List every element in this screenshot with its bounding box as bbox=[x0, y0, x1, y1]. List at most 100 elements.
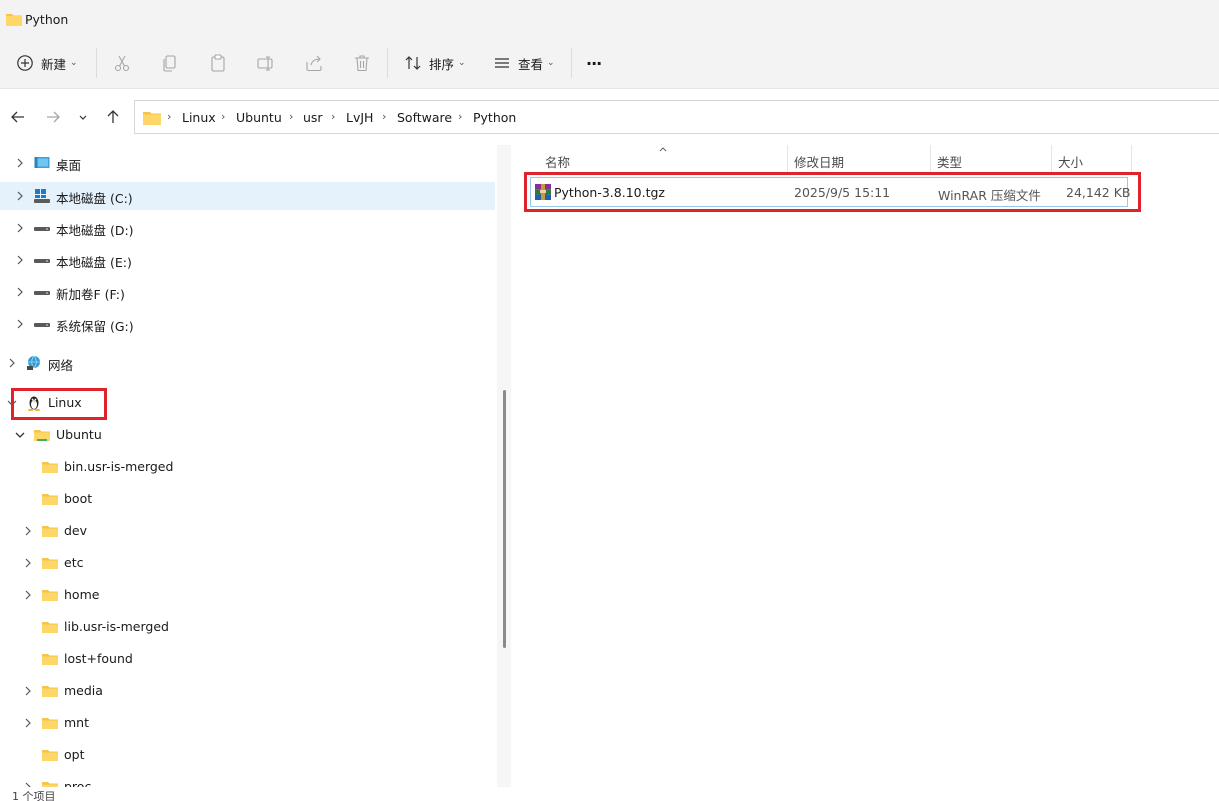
breadcrumb-software[interactable]: Software bbox=[397, 110, 452, 125]
nav-item-drive-f[interactable]: 新加卷F (F:) bbox=[0, 278, 495, 306]
column-modified-label: 修改日期 bbox=[794, 155, 845, 170]
breadcrumb-python[interactable]: Python bbox=[473, 110, 516, 125]
view-label: 查看 bbox=[518, 56, 544, 72]
window-title: Python bbox=[25, 12, 69, 27]
nav-item-drive-d[interactable]: 本地磁盘 (D:) bbox=[0, 214, 495, 242]
title-bar: Python bbox=[0, 0, 1219, 40]
nav-item-label: 本地磁盘 (E:) bbox=[56, 255, 132, 270]
chevron-right-icon[interactable] bbox=[22, 589, 34, 601]
sort-button[interactable]: 排序 ⌄ bbox=[404, 50, 466, 76]
nav-item-drive-c[interactable]: 本地磁盘 (C:) bbox=[0, 182, 495, 210]
chevron-right-icon[interactable] bbox=[14, 254, 26, 266]
nav-item-label: 本地磁盘 (C:) bbox=[56, 191, 133, 206]
view-list-icon bbox=[495, 58, 509, 68]
nav-item-label: dev bbox=[64, 523, 88, 538]
breadcrumb-separator-icon: › bbox=[382, 110, 387, 123]
nav-item-lib-usr-is-merged[interactable]: lib.usr-is-merged bbox=[0, 613, 495, 641]
view-button[interactable]: 查看 ⌄ bbox=[493, 50, 555, 76]
rename-icon[interactable] bbox=[256, 53, 276, 73]
column-header-size[interactable]: 大小 bbox=[1052, 145, 1132, 173]
chevron-right-icon[interactable] bbox=[22, 717, 34, 729]
nav-item-boot[interactable]: boot bbox=[0, 485, 495, 513]
drive-icon bbox=[34, 291, 50, 295]
column-header-type[interactable]: 类型 bbox=[931, 145, 1051, 173]
chevron-down-icon[interactable] bbox=[14, 429, 26, 441]
chevron-right-icon[interactable] bbox=[14, 157, 26, 169]
column-divider[interactable] bbox=[1131, 145, 1132, 173]
more-options-button[interactable]: ··· bbox=[586, 50, 602, 76]
chevron-down-icon: ⌄ bbox=[547, 58, 555, 68]
chevron-right-icon[interactable] bbox=[14, 190, 26, 202]
nav-item-mnt[interactable]: mnt bbox=[0, 709, 495, 737]
nav-item-desktop[interactable]: 桌面 bbox=[0, 149, 495, 177]
network-icon bbox=[27, 355, 40, 370]
breadcrumb-lvjh[interactable]: LvJH bbox=[346, 110, 373, 125]
nav-item-proc[interactable]: proc bbox=[0, 773, 495, 787]
toolbar-divider bbox=[387, 48, 388, 78]
nav-item-drive-e[interactable]: 本地磁盘 (E:) bbox=[0, 246, 495, 274]
breadcrumb-separator-icon: › bbox=[458, 110, 463, 123]
nav-item-media[interactable]: media bbox=[0, 677, 495, 705]
folder-icon bbox=[34, 430, 50, 441]
breadcrumb-usr[interactable]: usr bbox=[303, 110, 323, 125]
column-type-label: 类型 bbox=[937, 155, 963, 170]
nav-item-bin-usr-is-merged[interactable]: bin.usr-is-merged bbox=[0, 453, 495, 481]
drive-icon bbox=[34, 323, 50, 327]
chevron-right-icon[interactable] bbox=[22, 525, 34, 537]
cut-icon[interactable] bbox=[112, 53, 132, 73]
chevron-right-icon[interactable] bbox=[22, 557, 34, 569]
breadcrumb-separator-icon: › bbox=[221, 110, 226, 123]
annotation-box-linux bbox=[11, 388, 107, 420]
folder-icon bbox=[42, 718, 58, 729]
nav-item-label: lib.usr-is-merged bbox=[64, 619, 169, 634]
breadcrumb-linux[interactable]: Linux bbox=[182, 110, 216, 125]
share-icon[interactable] bbox=[304, 53, 324, 73]
back-arrow-icon[interactable] bbox=[9, 108, 27, 126]
chevron-right-icon[interactable] bbox=[14, 222, 26, 234]
folder-icon bbox=[42, 654, 58, 665]
nav-item-opt[interactable]: opt bbox=[0, 741, 495, 769]
delete-icon[interactable] bbox=[352, 53, 372, 73]
nav-item-label: mnt bbox=[64, 715, 89, 730]
nav-item-drive-g[interactable]: 系统保留 (G:) bbox=[0, 310, 495, 338]
folder-icon bbox=[42, 590, 58, 601]
recent-locations-chevron-icon[interactable] bbox=[76, 108, 90, 126]
folder-icon bbox=[42, 622, 58, 633]
folder-icon bbox=[42, 558, 58, 569]
nav-item-label: opt bbox=[64, 747, 85, 762]
toolbar-divider bbox=[96, 48, 97, 78]
copy-icon[interactable] bbox=[160, 53, 180, 73]
nav-item-lost-found[interactable]: lost+found bbox=[0, 645, 495, 673]
chevron-down-icon: ⌄ bbox=[70, 58, 78, 68]
nav-item-home[interactable]: home bbox=[0, 581, 495, 609]
column-header-modified[interactable]: 修改日期 bbox=[788, 145, 930, 173]
chevron-right-icon[interactable] bbox=[14, 286, 26, 298]
chevron-right-icon[interactable] bbox=[14, 318, 26, 330]
nav-item-etc[interactable]: etc bbox=[0, 549, 495, 577]
folder-icon bbox=[42, 750, 58, 761]
column-header-name[interactable]: 名称 bbox=[512, 145, 787, 173]
new-button[interactable]: 新建 ⌄ bbox=[16, 50, 78, 76]
chevron-right-icon[interactable] bbox=[6, 357, 18, 369]
navigation-pane: 桌面 本地磁盘 (C:) 本地磁盘 (D:) 本地磁盘 (E:) 新加卷F (F… bbox=[0, 145, 497, 787]
more-icon: ··· bbox=[586, 53, 602, 73]
nav-item-label: 系统保留 (G:) bbox=[56, 319, 134, 334]
nav-item-network[interactable]: 网络 bbox=[0, 349, 495, 377]
up-arrow-icon[interactable] bbox=[104, 108, 122, 126]
toolbar-divider bbox=[571, 48, 572, 78]
folder-icon bbox=[42, 462, 58, 473]
new-label: 新建 bbox=[41, 56, 67, 72]
nav-item-label: home bbox=[64, 587, 100, 602]
forward-arrow-icon[interactable] bbox=[44, 108, 62, 126]
nav-item-ubuntu[interactable]: Ubuntu bbox=[0, 421, 495, 449]
item-count: 1 个项目 bbox=[12, 790, 56, 801]
windows-drive-icon bbox=[34, 189, 50, 203]
chevron-right-icon[interactable] bbox=[22, 685, 34, 697]
nav-item-dev[interactable]: dev bbox=[0, 517, 495, 545]
paste-icon[interactable] bbox=[208, 53, 228, 73]
nav-pane-scrollbar-thumb[interactable] bbox=[503, 390, 506, 648]
address-bar[interactable]: › Linux › Ubuntu › usr › LvJH › Software… bbox=[134, 100, 1219, 134]
nav-item-label: media bbox=[64, 683, 103, 698]
breadcrumb-ubuntu[interactable]: Ubuntu bbox=[236, 110, 282, 125]
folder-icon bbox=[6, 14, 22, 26]
